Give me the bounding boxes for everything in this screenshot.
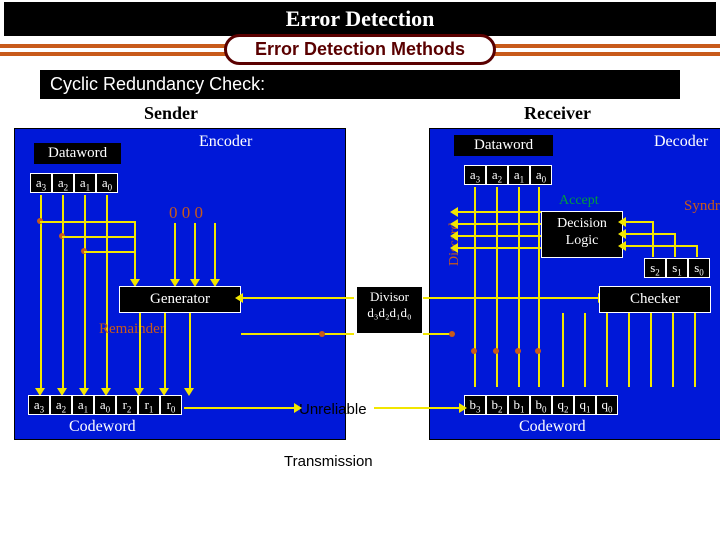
accept-label: Accept [559,193,599,209]
bit-cell: b2 [486,395,508,415]
bit-cell: r1 [138,395,160,415]
receiver-label: Receiver [524,103,591,124]
zeros-label: 0 0 0 [169,203,203,223]
divisor-bits: d₃d₂d₁d₀ [357,305,422,321]
checker-box: Checker [599,286,711,313]
bit-cell: a2 [50,395,72,415]
transmission-label: Transmission [284,453,373,470]
receiver-dataword-bits: a3a2a1a0 [464,165,552,185]
bit-cell: a2 [486,165,508,185]
remainder-label: Remainder [99,321,165,338]
title-separator: Error Detection Methods [0,42,720,60]
section-heading: Cyclic Redundancy Check: [40,70,680,99]
bit-cell: q1 [574,395,596,415]
bit-cell: a3 [28,395,50,415]
decision-logic-box: Decision Logic [541,211,623,258]
bit-cell: a0 [94,395,116,415]
bit-cell: a3 [30,173,52,193]
bit-cell: s1 [666,258,688,278]
bit-cell: a2 [52,173,74,193]
sender-dataword-label: Dataword [34,143,121,164]
bit-cell: q0 [596,395,618,415]
encoder-label: Encoder [199,133,252,151]
syndrome-bits: s2s1s0 [644,258,710,278]
receiver-codeword-label: Codeword [519,418,586,436]
bit-cell: b0 [530,395,552,415]
bit-cell: a3 [464,165,486,185]
sender-label: Sender [144,103,198,124]
bit-cell: a1 [72,395,94,415]
subtitle-pill: Error Detection Methods [224,34,496,65]
bit-cell: r0 [160,395,182,415]
sender-dataword-bits: a3a2a1a0 [30,173,118,193]
generator-box: Generator [119,286,241,313]
divisor-title: Divisor [357,289,422,305]
decoder-label: Decoder [654,133,708,151]
bit-cell: s2 [644,258,666,278]
syndrome-label: Syndrome [684,198,720,215]
bit-cell: s0 [688,258,710,278]
bit-cell: q2 [552,395,574,415]
bit-cell: a1 [508,165,530,185]
bit-cell: a0 [530,165,552,185]
bit-cell: b1 [508,395,530,415]
sender-codeword-label: Codeword [69,418,136,436]
crc-diagram: Sender Receiver Encoder Decoder Dataword… [4,103,716,503]
bit-cell: b3 [464,395,486,415]
divisor-box: Divisor d₃d₂d₁d₀ [356,286,423,334]
bit-cell: r2 [116,395,138,415]
bit-cell: a0 [96,173,118,193]
receiver-dataword-label: Dataword [454,135,553,156]
receiver-codeword-bits: b3b2b1b0q2q1q0 [464,395,618,415]
unreliable-label: Unreliable [299,401,367,418]
bit-cell: a1 [74,173,96,193]
main-title: Error Detection [4,2,716,36]
sender-codeword-bits: a3a2a1a0r2r1r0 [28,395,182,415]
